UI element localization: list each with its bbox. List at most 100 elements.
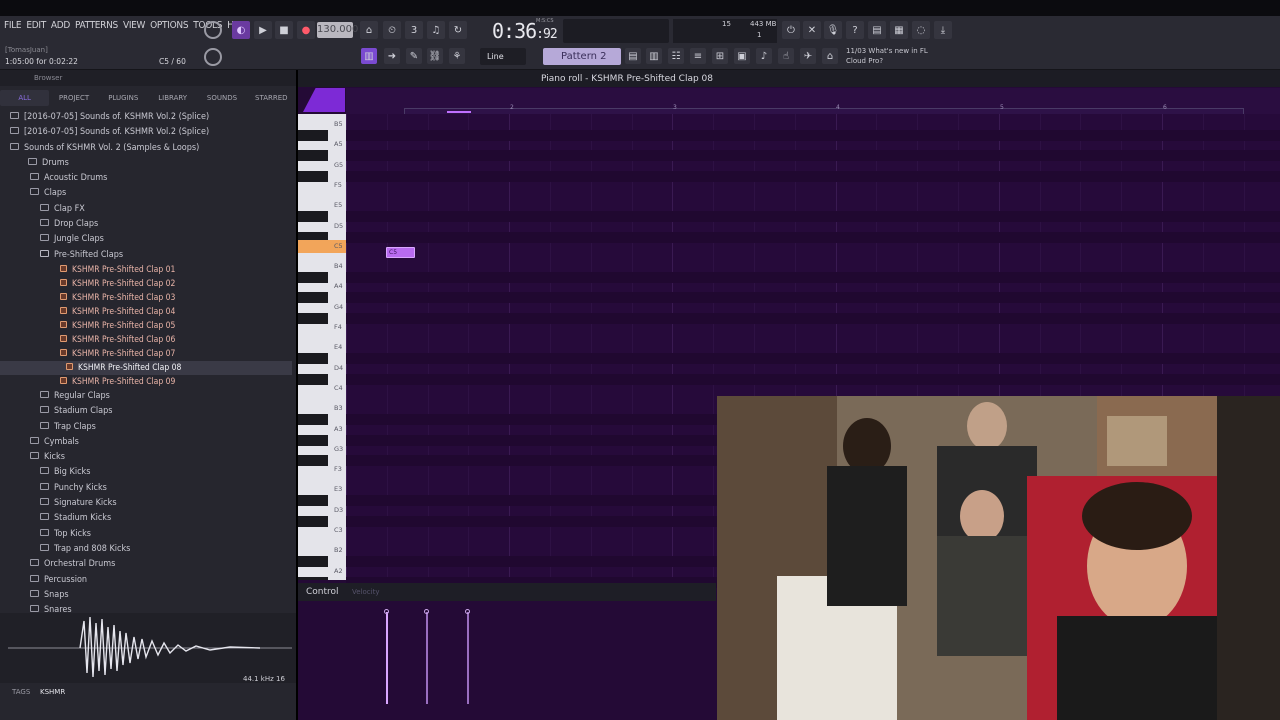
browser-folder-item[interactable]: Trap and 808 Kicks [0,542,292,557]
black-key[interactable] [298,495,328,507]
chat-icon[interactable]: ◌ [912,21,930,39]
browser-folder-item[interactable]: [2016-07-05] Sounds of. KSHMR Vol.2 (Spl… [0,110,292,125]
browser-folder-item[interactable]: Pre-Shifted Claps [0,248,292,263]
scroll-thumb[interactable] [447,111,471,113]
browser-folder-item[interactable]: Clap FX [0,202,292,217]
browser-folder-item[interactable]: Snaps [0,588,292,603]
help-icon[interactable]: ? [846,21,864,39]
pattern-selector[interactable]: Pattern 2 [543,48,621,65]
piano-roll-icon[interactable]: ▥ [646,48,662,64]
mixer-icon[interactable]: ✕ [803,21,821,39]
browser-file-item[interactable]: KSHMR Pre-Shifted Clap 04 [0,305,292,319]
browser-folder-item[interactable]: Stadium Kicks [0,511,292,526]
link-icon[interactable]: ⛓ [427,48,443,64]
browser-file-item[interactable]: KSHMR Pre-Shifted Clap 01 [0,263,292,277]
menu-view[interactable]: VIEW [123,20,145,31]
velocity-handle[interactable] [384,609,389,614]
piano-keyboard[interactable]: B5 A5 G5 F5 E5 D5 C5 B4 A4 G4 F4 E4 D4 C4 B3 A3 G3 F3 E3 D3… [298,114,346,580]
browser-folder-item[interactable]: Top Kicks [0,527,292,542]
black-key[interactable] [298,434,328,446]
browser-folder-item[interactable]: Kicks [0,450,292,465]
black-key[interactable] [298,312,328,324]
save-icon[interactable]: ▤ [868,21,886,39]
news-ticker[interactable]: 11/03 What's new in FL Cloud Pro? [846,46,928,66]
download-icon[interactable]: ⤓ [934,21,952,39]
countdown-icon[interactable]: 3 [405,21,423,39]
piano-roll-snap-icon[interactable]: ▥ [361,48,377,64]
black-key[interactable] [298,556,328,568]
plugin-db-icon[interactable]: ▣ [734,48,750,64]
browser-folder-item[interactable]: Acoustic Drums [0,171,292,186]
plugin-manager-icon[interactable]: ♪ [756,48,772,64]
stamp-icon[interactable]: ⚘ [449,48,465,64]
mixer-view-icon[interactable]: ≡ [690,48,706,64]
black-key[interactable] [298,272,328,284]
plugin-icon[interactable]: ▦ [890,21,908,39]
record-button[interactable]: ● [297,21,315,39]
browser-folder-item[interactable]: Cymbals [0,435,292,450]
browser-file-item[interactable]: KSHMR Pre-Shifted Clap 07 [0,347,292,361]
black-key[interactable] [298,130,328,141]
master-volume-knob[interactable] [204,21,222,39]
browser-tab-starred[interactable]: STARRED [247,90,296,106]
reset-icon[interactable]: ⏻ [782,21,800,39]
tempo-display[interactable]: 130.000 [317,22,358,38]
browser-file-item[interactable]: KSHMR Pre-Shifted Clap 02 [0,277,292,291]
black-key[interactable] [298,576,328,580]
playlist-icon[interactable]: ▤ [625,48,641,64]
black-key[interactable] [298,170,328,182]
snap-select[interactable]: Line [480,48,526,65]
browser-file-item[interactable]: KSHMR Pre-Shifted Clap 05 [0,319,292,333]
browser-folder-item[interactable]: Punchy Kicks [0,481,292,496]
menu-file[interactable]: FILE [4,20,22,31]
browser-folder-item[interactable]: Regular Claps [0,389,292,404]
play-button[interactable]: ▶ [254,21,272,39]
step-edit-icon[interactable]: ♫ [427,21,445,39]
browser-folder-item[interactable]: Big Kicks [0,465,292,480]
browser-folder-item[interactable]: Sounds of KSHMR Vol. 2 (Samples & Loops) [0,141,292,156]
black-key[interactable] [298,211,328,223]
velocity-bar[interactable] [467,612,469,704]
wait-input-icon[interactable]: ⏲ [383,21,401,39]
loop-record-icon[interactable]: ↻ [449,21,467,39]
browser-folder-item[interactable]: Orchestral Drums [0,557,292,572]
browser-folder-item[interactable]: Claps [0,186,292,201]
browser-folder-item[interactable]: Signature Kicks [0,496,292,511]
metronome-icon[interactable]: ⌂ [360,21,378,39]
browser-folder-item[interactable]: Stadium Claps [0,404,292,419]
ai-icon[interactable]: ✈ [800,48,816,64]
control-label[interactable]: Control [306,587,339,597]
velocity-bar[interactable] [426,612,428,704]
browser-folder-item[interactable]: Jungle Claps [0,232,292,247]
browser-tab-sounds[interactable]: SOUNDS [197,90,246,106]
sample-preview[interactable] [0,613,296,683]
browser-folder-item[interactable]: Drums [0,156,292,171]
browser-file-item[interactable]: KSHMR Pre-Shifted Clap 08 [0,360,292,375]
pat-song-toggle[interactable]: ◐ [232,21,250,39]
velocity-lane[interactable] [346,601,716,704]
browser-file-item[interactable]: KSHMR Pre-Shifted Clap 03 [0,291,292,305]
velocity-handle[interactable] [465,609,470,614]
piano-roll-menu-tab[interactable] [303,88,345,112]
stop-button[interactable]: ■ [275,21,293,39]
note-c5[interactable]: C5 [386,247,415,258]
tags-value[interactable]: KSHMR [40,688,65,696]
menu-edit[interactable]: EDIT [26,20,46,31]
pencil-icon[interactable]: ✎ [406,48,422,64]
timeline-ruler[interactable]: 2 3 4 5 6 [346,88,1280,118]
browser-tab-project[interactable]: PROJECT [49,90,98,106]
browser-file-item[interactable]: KSHMR Pre-Shifted Clap 06 [0,333,292,347]
master-pitch-knob[interactable] [204,48,222,66]
shop-icon[interactable]: ⌂ [822,48,838,64]
black-key[interactable] [298,515,328,527]
browser-tab-all[interactable]: ALL [0,90,50,106]
browser-tab-library[interactable]: LIBRARY [148,90,197,106]
black-key[interactable] [298,373,328,385]
menu-patterns[interactable]: PATTERNS [75,20,118,31]
arrow-right-icon[interactable]: ➜ [384,48,400,64]
mic-icon[interactable]: 🎙 [824,21,842,39]
black-key[interactable] [298,414,328,426]
menu-add[interactable]: ADD [51,20,70,31]
browser-view-icon[interactable]: ⊞ [712,48,728,64]
browser-folder-item[interactable]: Percussion [0,573,292,588]
